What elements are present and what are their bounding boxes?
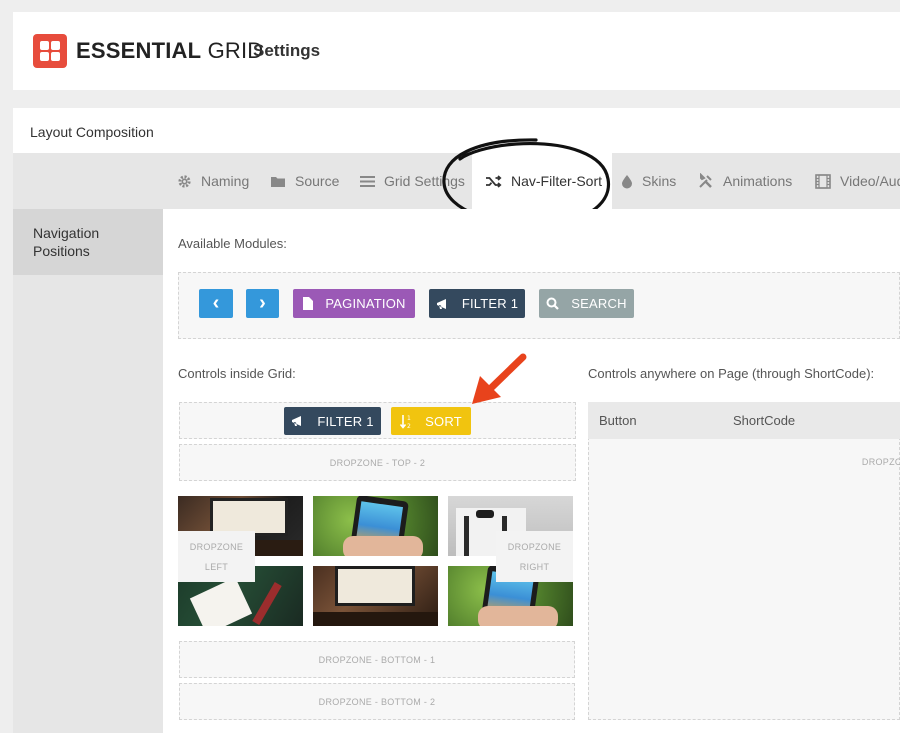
button-label: FILTER 1 xyxy=(317,413,374,429)
shortcode-dropzone[interactable]: DROPZON xyxy=(588,402,900,720)
tools-icon xyxy=(699,173,712,188)
dropzone-bottom-1[interactable]: DROPZONE - BOTTOM - 1 xyxy=(179,641,575,678)
bullhorn-icon xyxy=(436,298,446,309)
button-label: SEARCH xyxy=(571,296,627,311)
tab-skins[interactable]: Skins xyxy=(621,153,676,209)
brand-name: ESSENTIAL GRID xyxy=(76,38,264,63)
dropzone-label: RIGHT xyxy=(519,562,550,572)
dropzone-label: DROPZONE - BOTTOM - 2 xyxy=(318,697,436,707)
folder-icon xyxy=(271,177,285,187)
svg-text:2: 2 xyxy=(407,423,411,429)
annotation-arrow-icon xyxy=(472,353,527,404)
dropzone-label: LEFT xyxy=(204,562,229,572)
dropzone-left[interactable]: DROPZONE LEFT xyxy=(178,531,255,582)
column-header-shortcode: ShortCode xyxy=(733,413,796,428)
search-icon xyxy=(546,297,560,310)
dropzone-label: DROPZON xyxy=(861,457,900,467)
filter-control-button[interactable]: FILTER 1 xyxy=(284,407,381,435)
shortcode-table-header: Button ShortCode xyxy=(588,402,900,439)
sidebar-item-navigation-positions[interactable]: Navigation Positions xyxy=(13,209,163,275)
controls-anywhere-label: Controls anywhere on Page (through Short… xyxy=(588,366,875,381)
next-button[interactable]: › xyxy=(246,289,279,318)
search-module-button[interactable]: SEARCH xyxy=(539,289,634,318)
tab-source[interactable]: Source xyxy=(270,153,339,209)
bullhorn-icon xyxy=(292,416,302,426)
tab-label: Naming xyxy=(201,173,250,189)
gear-icon xyxy=(178,174,191,188)
filter-module-button[interactable]: FILTER 1 xyxy=(429,289,525,318)
tab-label: Video/Aud xyxy=(840,173,900,189)
dropzone-label: DROPZONE - TOP - 2 xyxy=(329,458,426,468)
pagination-module-button[interactable]: PAGINATION xyxy=(293,289,415,318)
header-card: ESSENTIAL GRID Settings xyxy=(13,12,900,90)
button-label: PAGINATION xyxy=(325,296,406,311)
prev-button[interactable]: ‹ xyxy=(199,289,233,318)
dropzone-right[interactable]: DROPZONE RIGHT xyxy=(496,531,573,582)
dropzone-label: DROPZONE xyxy=(189,542,244,552)
svg-text:1: 1 xyxy=(407,415,411,422)
dropzone-top-2[interactable]: DROPZONE - TOP - 2 xyxy=(179,444,576,481)
button-label: FILTER 1 xyxy=(461,296,519,311)
essential-grid-logo-icon xyxy=(33,34,67,68)
tab-animations[interactable]: Animations xyxy=(698,153,792,209)
tab-video-audio[interactable]: Video/Aud xyxy=(815,153,900,209)
menu-icon xyxy=(360,175,375,187)
thumbnail-desk-monitor-2 xyxy=(313,566,438,626)
file-icon xyxy=(303,297,314,310)
section-title: Layout Composition xyxy=(30,124,154,140)
sidebar-item-label: Navigation Positions xyxy=(33,225,100,259)
page-title: Settings xyxy=(253,41,321,60)
drop-icon xyxy=(622,174,632,188)
tab-label: Animations xyxy=(723,173,793,189)
tab-label: Skins xyxy=(642,173,677,189)
available-modules-label: Available Modules: xyxy=(178,236,287,251)
controls-inside-grid-label: Controls inside Grid: xyxy=(178,366,296,381)
button-label: SORT xyxy=(425,413,462,429)
tab-label: Source xyxy=(295,173,340,189)
tab-naming[interactable]: Naming xyxy=(177,153,249,209)
column-header-button: Button xyxy=(599,413,637,428)
dropzone-label: DROPZONE - BOTTOM - 1 xyxy=(318,655,436,665)
sort-control-button[interactable]: 12 SORT xyxy=(391,407,471,435)
sidebar xyxy=(13,209,163,733)
film-icon xyxy=(815,173,831,189)
thumbnail-phone-hand xyxy=(313,496,438,556)
sort-icon: 12 xyxy=(400,414,411,429)
dropzone-label: DROPZONE xyxy=(507,542,562,552)
dropzone-bottom-2[interactable]: DROPZONE - BOTTOM - 2 xyxy=(179,683,575,720)
